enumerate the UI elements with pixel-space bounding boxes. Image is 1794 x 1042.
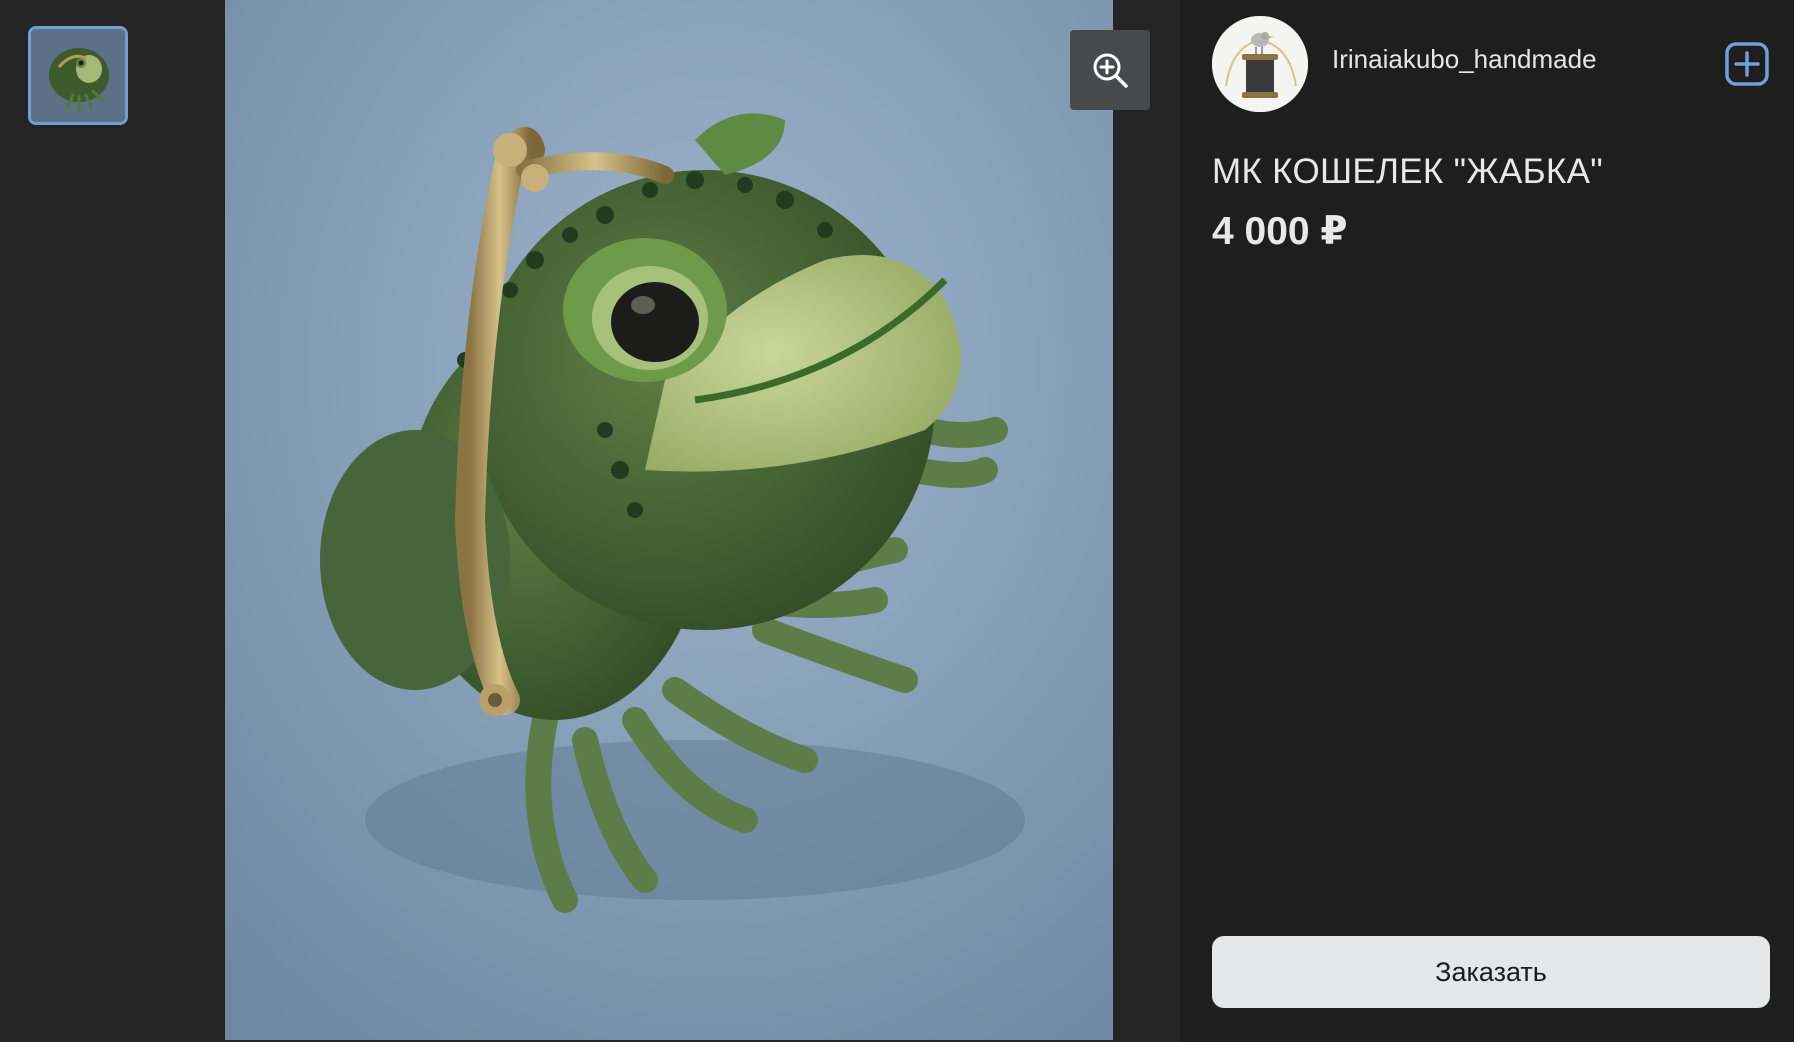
product-price: 4 000 ₽ <box>1212 210 1348 253</box>
frog-purse-thumbnail-image <box>31 29 125 122</box>
seller-logo-image <box>1212 16 1308 112</box>
zoom-in-icon <box>1093 53 1128 88</box>
product-info-panel: Irinaiakubo_handmade МК КОШЕЛЕК "ЖАБКА" … <box>1180 0 1794 1042</box>
product-photo <box>225 0 1113 1040</box>
seller-avatar[interactable] <box>1212 16 1308 112</box>
product-title: МК КОШЕЛЕК "ЖАБКА" <box>1212 152 1603 191</box>
frog-purse-photo <box>225 0 1113 1040</box>
zoom-button[interactable] <box>1070 30 1150 110</box>
order-button[interactable]: Заказать <box>1212 936 1770 1008</box>
add-button[interactable] <box>1725 42 1769 86</box>
thumbnail-rail <box>0 0 156 1042</box>
plus-square-icon <box>1725 42 1769 86</box>
product-thumbnail[interactable] <box>28 26 128 125</box>
photo-viewer <box>156 0 1180 1042</box>
seller-name[interactable]: Irinaiakubo_handmade <box>1332 44 1597 75</box>
product-modal: Irinaiakubo_handmade МК КОШЕЛЕК "ЖАБКА" … <box>0 0 1794 1042</box>
